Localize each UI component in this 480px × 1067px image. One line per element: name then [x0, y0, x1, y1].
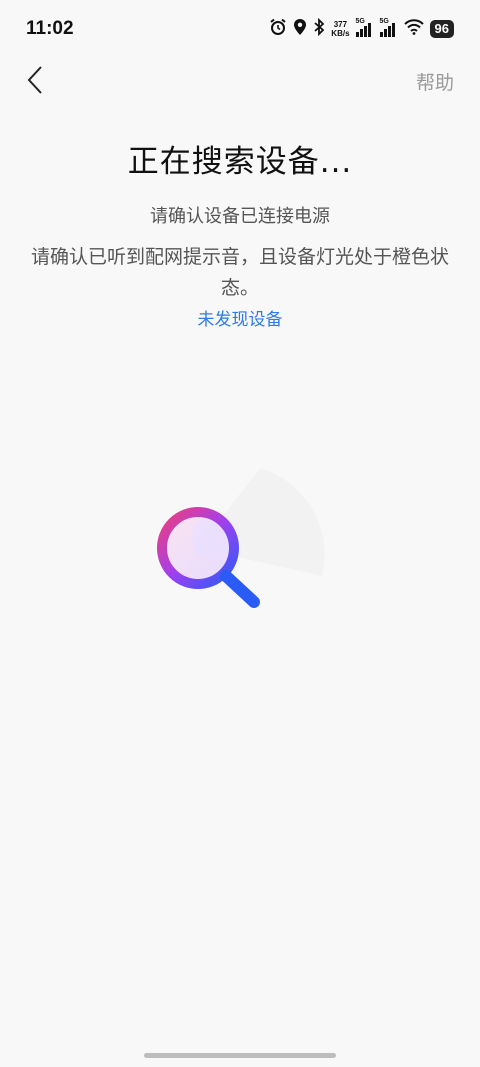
- chevron-left-icon: [27, 66, 42, 94]
- searching-animation: [140, 450, 340, 630]
- status-bar: 11:02 377 KB/s 5G 5G 96: [0, 0, 480, 60]
- signal-icon: 5G: [355, 18, 374, 37]
- net-speed: 377 KB/s: [331, 20, 349, 38]
- signal-icon: 5G: [379, 18, 398, 37]
- page-title: 正在搜索设备...: [127, 144, 353, 180]
- battery-icon: 96: [429, 20, 454, 38]
- sim2-label: 5G: [379, 18, 389, 25]
- instruction-text: 请确认已听到配网提示音，且设备灯光处于橙色状态。: [30, 246, 449, 299]
- back-button[interactable]: [18, 62, 52, 98]
- wifi-icon: [403, 19, 424, 39]
- subtitle: 请确认设备已连接电源: [150, 206, 330, 227]
- net-speed-unit: KB/s: [331, 29, 350, 38]
- magnifier-icon: [157, 468, 325, 608]
- status-icons: 377 KB/s 5G 5G 96: [269, 17, 454, 40]
- net-speed-value: 377: [333, 20, 348, 29]
- status-time: 11:02: [26, 18, 74, 39]
- bluetooth-icon: [313, 17, 325, 40]
- sim1-label: 5G: [355, 18, 365, 25]
- location-icon: [293, 18, 307, 40]
- help-button[interactable]: 帮助: [416, 68, 454, 95]
- alarm-icon: [269, 18, 287, 40]
- home-indicator[interactable]: [144, 1053, 336, 1058]
- device-not-found-link[interactable]: 未发现设备: [0, 305, 480, 330]
